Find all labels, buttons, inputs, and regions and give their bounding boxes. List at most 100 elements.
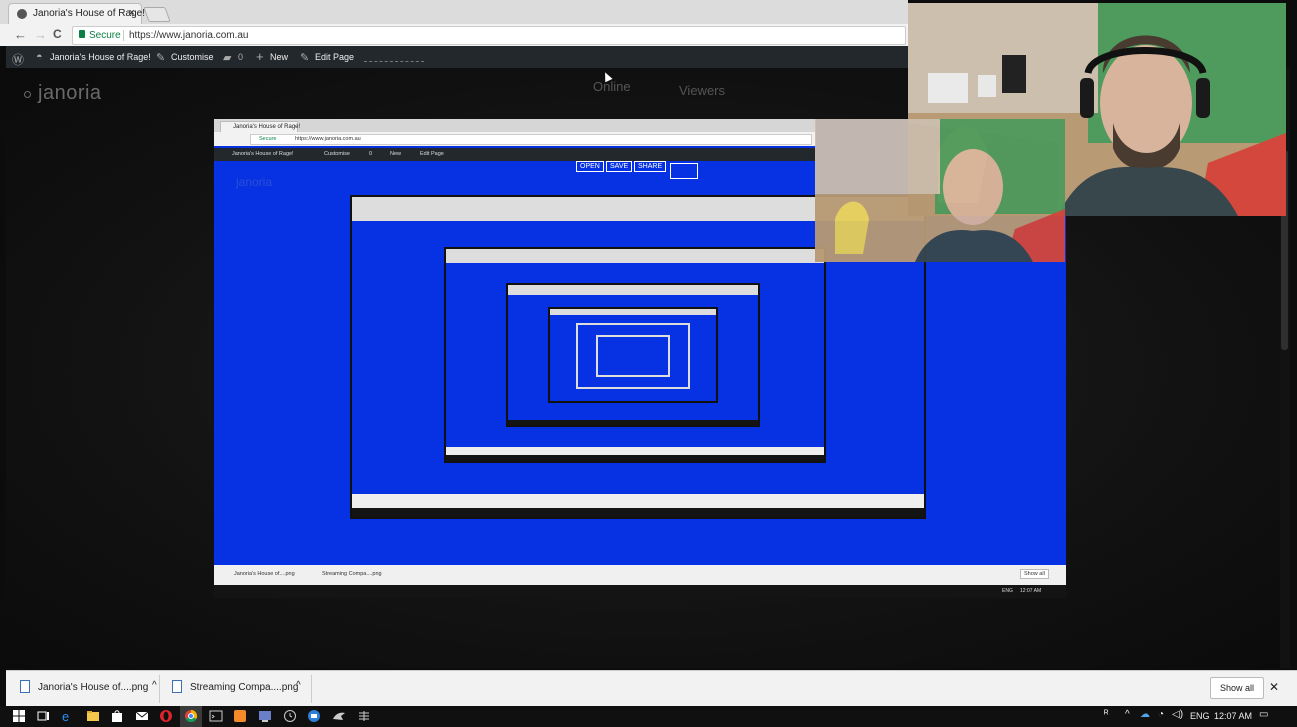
- browser-tab[interactable]: Janoria's House of Rage! ×: [8, 3, 145, 25]
- site-favicon-icon: [17, 9, 27, 19]
- admin-edit-page[interactable]: Edit Page: [315, 52, 354, 62]
- onedrive-icon[interactable]: ☁: [1140, 709, 1150, 720]
- nested-screen-7: [596, 335, 670, 377]
- nested-3-taskbar: [446, 455, 824, 461]
- nested-screen-3: [444, 247, 826, 463]
- tool-app-icon[interactable]: [357, 709, 371, 723]
- tab-close-icon[interactable]: ×: [129, 7, 135, 19]
- nested-open-button: OPEN: [576, 161, 604, 172]
- file-icon: [20, 680, 30, 693]
- url-text: https://www.janoria.com.au: [129, 30, 249, 41]
- nested-screen-5: [548, 307, 718, 403]
- comment-icon[interactable]: ▰: [223, 51, 231, 64]
- nested-address-bar: Secure https://www.janoria.com.au: [250, 134, 812, 145]
- nested-admin-edit: Edit Page: [420, 151, 444, 157]
- nested-taskbar: ENG 12:07 AM: [214, 585, 1066, 598]
- secure-label: Secure: [89, 30, 121, 41]
- edge-icon[interactable]: e: [61, 709, 75, 723]
- nested-admin-site: Janoria's House of Rage!: [232, 151, 294, 157]
- nested-screen-4: [506, 283, 760, 427]
- brush-icon: ✎: [156, 52, 166, 64]
- svg-text:e: e: [62, 709, 69, 723]
- nested-tray-lang: ENG: [1002, 588, 1013, 594]
- pencil-icon: ✎: [300, 52, 310, 64]
- file-icon: [172, 680, 182, 693]
- store-icon[interactable]: [110, 709, 124, 723]
- admin-bar-divider: [364, 61, 424, 63]
- nested-tray-time: 12:07 AM: [1020, 588, 1042, 594]
- nested-tab-strip: Janoria's House of Rage!: [214, 119, 816, 133]
- admin-site-name[interactable]: Janoria's House of Rage!: [50, 52, 151, 62]
- download-divider: [159, 675, 160, 703]
- nav-viewers[interactable]: Viewers: [679, 83, 725, 98]
- windows-taskbar: e ᴿ ^ ☁ ◔ ◁) ENG 12:07 AM ▭: [0, 706, 1297, 727]
- nav-online[interactable]: Online: [593, 79, 631, 94]
- windows-start-icon[interactable]: [12, 709, 26, 723]
- chevron-up-tray-icon[interactable]: ^: [1125, 709, 1130, 720]
- wordpress-icon[interactable]: Ⓦ: [12, 51, 24, 68]
- people-icon[interactable]: ᴿ: [1104, 709, 1109, 720]
- nested-show-all: Show all: [1020, 569, 1049, 579]
- chevron-up-icon[interactable]: ^: [152, 680, 157, 691]
- wp-admin-bar: Ⓦ ◓ Janoria's House of Rage! ✎ Customise…: [6, 46, 908, 68]
- forward-icon[interactable]: →: [34, 27, 47, 42]
- admin-customise[interactable]: Customise: [171, 52, 214, 62]
- webcam-echo: [815, 119, 1065, 262]
- chevron-up-icon[interactable]: ^: [296, 680, 301, 691]
- system-clock[interactable]: 12:07 AM: [1214, 711, 1252, 721]
- site-logo[interactable]: janoria: [24, 82, 102, 105]
- plus-icon: +: [256, 49, 264, 64]
- nested-download-1: Janoria's House of....png: [234, 571, 295, 577]
- browser-tab-strip: Janoria's House of Rage! ×: [0, 0, 908, 25]
- download-divider: [311, 675, 312, 703]
- nested-toolbar: Secure https://www.janoria.com.au: [214, 132, 816, 146]
- nested-download-2: Streaming Compa....png: [322, 571, 382, 577]
- nested-4-taskbar: [508, 420, 758, 425]
- download-filename: Janoria's House of....png: [38, 682, 149, 693]
- volume-icon[interactable]: ◁): [1172, 709, 1183, 720]
- terminal-icon[interactable]: [209, 709, 223, 723]
- back-icon[interactable]: ←: [14, 27, 27, 42]
- new-tab-button[interactable]: [143, 7, 171, 22]
- admin-new[interactable]: New: [270, 52, 288, 62]
- show-all-button[interactable]: Show all: [1210, 677, 1264, 699]
- nested-admin-new: New: [390, 151, 402, 157]
- chat-app-icon[interactable]: [307, 709, 321, 723]
- address-bar[interactable]: Secure https://www.janoria.com.au: [72, 26, 906, 45]
- screen-recorder-icon[interactable]: [258, 709, 272, 723]
- file-explorer-icon[interactable]: [86, 709, 100, 723]
- opera-icon[interactable]: [159, 709, 173, 723]
- browser-toolbar: ← → C Secure https://www.janoria.com.au: [0, 24, 908, 46]
- nested-share-button: SHARE: [634, 161, 667, 172]
- bird-app-icon[interactable]: [332, 709, 346, 723]
- lock-icon: [79, 30, 85, 38]
- chrome-icon[interactable]: [184, 709, 198, 723]
- nested-3-downloads: [446, 447, 824, 455]
- nested-admin-customise: Customise: [324, 151, 350, 157]
- nested-secure: Secure: [259, 136, 277, 142]
- close-downloads-icon[interactable]: ✕: [1269, 680, 1279, 694]
- mail-icon[interactable]: [135, 709, 149, 723]
- network-icon[interactable]: ◔: [1158, 709, 1164, 720]
- clock-icon[interactable]: [283, 709, 297, 723]
- nested-downloads-bar: Janoria's House of....png Streaming Comp…: [214, 565, 1066, 585]
- nested-icon-group: [670, 163, 698, 179]
- sublime-icon[interactable]: [233, 709, 247, 723]
- nested-3-chrome: [446, 249, 824, 263]
- nested-url: https://www.janoria.com.au: [295, 136, 361, 142]
- language-indicator[interactable]: ENG: [1190, 711, 1210, 721]
- omnibox-divider: [123, 30, 124, 41]
- nested-save-button: SAVE: [606, 161, 633, 172]
- dashboard-icon: ◓: [36, 51, 43, 63]
- download-filename: Streaming Compa....png: [190, 682, 299, 693]
- notifications-icon[interactable]: ▭: [1259, 709, 1268, 720]
- nested-logo: janoria: [236, 175, 273, 189]
- task-view-icon[interactable]: [36, 709, 50, 723]
- comments-count: 0: [238, 52, 244, 62]
- nested-admin-bar: Janoria's House of Rage! Customise 0 New…: [214, 148, 816, 161]
- reload-icon[interactable]: C: [53, 27, 62, 41]
- nested-screen-6: [576, 323, 690, 389]
- nested-tab-title: Janoria's House of Rage!: [233, 124, 301, 130]
- downloads-bar: Janoria's House of....png ^ Streaming Co…: [6, 670, 1297, 707]
- nested-4-chrome: [508, 285, 758, 295]
